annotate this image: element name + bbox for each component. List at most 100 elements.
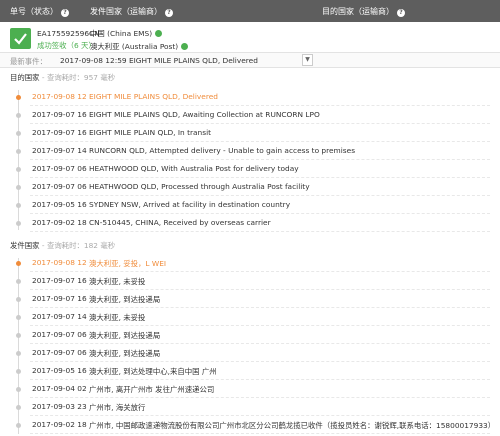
event-description: 广州市, 中国邮政速递物流股份有限公司广州市北区分公司鹤龙揽已收件（揽投员姓名：…	[89, 421, 496, 430]
event-description: 广州市, 海关放行	[89, 403, 146, 412]
event-time: 2017-09-07 16	[32, 128, 87, 137]
event-description: SYDNEY NSW, Arrived at facility in desti…	[89, 200, 291, 209]
destination-query-time: - 查询耗时：957 毫秒	[39, 73, 116, 82]
event-time: 2017-09-02 18	[32, 420, 87, 429]
event-row: 2017-09-08 12 澳大利亚, 妥投，L WEI	[12, 254, 490, 272]
event-time: 2017-09-07 14	[32, 312, 87, 321]
event-description: EIGHT MILE PLAIN QLD, In transit	[89, 128, 212, 137]
column-destination-label: 目的国家（运输商）	[322, 7, 394, 16]
latest-event-label: 最新事件：	[10, 57, 47, 66]
event-description: 澳大利亚, 到达投递局	[89, 331, 161, 340]
event-row: 2017-09-08 12 EIGHT MILE PLAINS QLD, Deli…	[12, 88, 490, 106]
row-divider	[30, 433, 490, 434]
event-row: 2017-09-07 14 澳大利亚, 未妥投	[12, 308, 490, 326]
event-time: 2017-09-02 18	[32, 218, 87, 227]
delivered-status-icon	[10, 28, 31, 49]
column-tracking-label: 单号（状态）	[10, 7, 58, 16]
status-text: 成功签收（6 天）	[37, 41, 96, 50]
destination-carrier-label: 澳大利亚 (Australia Post)	[90, 42, 179, 51]
event-row: 2017-09-05 16 澳大利亚, 到达处理中心,来自中国 广州	[12, 362, 490, 380]
row-divider	[30, 231, 490, 232]
event-description: 澳大利亚, 到达投递局	[89, 349, 161, 358]
event-row: 2017-09-05 16 SYDNEY NSW, Arrived at faci…	[12, 196, 490, 214]
origin-section-title: 发件国家	[10, 241, 40, 250]
latest-event-text: 2017-09-08 12:59 EIGHT MILE PLAINS QLD, …	[60, 56, 258, 65]
help-icon[interactable]: ?	[165, 9, 173, 17]
event-row: 2017-09-07 16 澳大利亚, 到达投递局	[12, 290, 490, 308]
timeline-dot-icon	[16, 405, 21, 410]
timeline-dot-icon	[16, 315, 21, 320]
event-description: CN-510445, CHINA, Received by overseas c…	[89, 218, 271, 227]
event-row: 2017-09-07 16 澳大利亚, 未妥投	[12, 272, 490, 290]
event-row: 2017-09-07 06 HEATHWOOD QLD, Processed th…	[12, 178, 490, 196]
origin-query-time: - 查询耗时：182 毫秒	[39, 241, 116, 250]
column-tracking: 单号（状态）?	[10, 6, 69, 17]
timeline-dot-icon	[16, 261, 21, 266]
event-time: 2017-09-04 02	[32, 384, 87, 393]
latest-event-bar[interactable]: 最新事件： 2017-09-08 12:59 EIGHT MILE PLAINS…	[0, 52, 500, 68]
event-time: 2017-09-07 06	[32, 164, 87, 173]
event-row: 2017-09-02 18 CN-510445, CHINA, Received …	[12, 214, 490, 232]
results-header: 单号（状态）? 发件国家（运输商）? 目的国家（运输商）?	[0, 0, 500, 22]
event-description: RUNCORN QLD, Attempted delivery - Unable…	[89, 146, 356, 155]
timeline-dot-icon	[16, 221, 21, 226]
help-icon[interactable]: ?	[397, 9, 405, 17]
column-origin-label: 发件国家（运输商）	[90, 7, 162, 16]
timeline-dot-icon	[16, 297, 21, 302]
destination-section-title: 目的国家	[10, 73, 40, 82]
timeline-dot-icon	[16, 95, 21, 100]
event-row: 2017-09-07 14 RUNCORN QLD, Attempted deli…	[12, 142, 490, 160]
timeline-dot-icon	[16, 113, 21, 118]
event-row: 2017-09-02 18 广州市, 中国邮政速递物流股份有限公司广州市北区分公司…	[12, 416, 495, 434]
timeline-dot-icon	[16, 279, 21, 284]
event-time: 2017-09-05 16	[32, 366, 87, 375]
column-destination: 目的国家（运输商）?	[322, 6, 405, 17]
event-row: 2017-09-07 16 EIGHT MILE PLAIN QLD, In tr…	[12, 124, 490, 142]
event-time: 2017-09-08 12	[32, 92, 87, 101]
event-row: 2017-09-03 23 广州市, 海关放行	[12, 398, 490, 416]
destination-carrier: 澳大利亚 (Australia Post)	[90, 41, 189, 52]
expand-dropdown-icon[interactable]: ▼	[302, 54, 313, 66]
event-time: 2017-09-03 23	[32, 402, 87, 411]
event-row: 2017-09-07 06 HEATHWOOD QLD, With Austral…	[12, 160, 490, 178]
event-time: 2017-09-07 16	[32, 294, 87, 303]
event-time: 2017-09-07 16	[32, 276, 87, 285]
timeline-dot-icon	[16, 167, 21, 172]
event-description: EIGHT MILE PLAINS QLD, Awaiting Collecti…	[89, 110, 320, 119]
event-time: 2017-09-08 12	[32, 258, 87, 267]
timeline-dot-icon	[16, 185, 21, 190]
origin-carrier-label: 中国 (China EMS)	[90, 29, 153, 38]
help-icon[interactable]: ?	[61, 9, 69, 17]
event-description: 澳大利亚, 妥投，L WEI	[89, 259, 167, 268]
event-time: 2017-09-05 16	[32, 200, 87, 209]
event-description: 澳大利亚, 到达投递局	[89, 295, 161, 304]
column-origin: 发件国家（运输商）?	[90, 6, 173, 17]
origin-section-heading: 发件国家 - 查询耗时：182 毫秒	[10, 240, 115, 251]
event-description: HEATHWOOD QLD, Processed through Austral…	[89, 182, 310, 191]
event-description: 澳大利亚, 未妥投	[89, 277, 146, 286]
event-description: HEATHWOOD QLD, With Australia Post for d…	[89, 164, 299, 173]
timeline-dot-icon	[16, 203, 21, 208]
timeline-dot-icon	[16, 423, 21, 428]
event-description: 澳大利亚, 到达处理中心,来自中国 广州	[89, 367, 217, 376]
verified-icon	[155, 30, 163, 37]
timeline-dot-icon	[16, 369, 21, 374]
event-row: 2017-09-07 16 EIGHT MILE PLAINS QLD, Awai…	[12, 106, 490, 124]
event-time: 2017-09-07 14	[32, 146, 87, 155]
event-time: 2017-09-07 06	[32, 182, 87, 191]
timeline-dot-icon	[16, 131, 21, 136]
event-row: 2017-09-07 06 澳大利亚, 到达投递局	[12, 344, 490, 362]
event-description: 澳大利亚, 未妥投	[89, 313, 146, 322]
event-row: 2017-09-07 06 澳大利亚, 到达投递局	[12, 326, 490, 344]
event-description: EIGHT MILE PLAINS QLD, Delivered	[89, 92, 218, 101]
event-row: 2017-09-04 02 广州市, 离开广州市 发往广州速递公司	[12, 380, 490, 398]
checkmark-icon	[14, 33, 27, 45]
timeline-dot-icon	[16, 333, 21, 338]
event-time: 2017-09-07 16	[32, 110, 87, 119]
verified-icon	[181, 43, 189, 50]
timeline-dot-icon	[16, 387, 21, 392]
event-time: 2017-09-07 06	[32, 348, 87, 357]
timeline-dot-icon	[16, 149, 21, 154]
event-time: 2017-09-07 06	[32, 330, 87, 339]
destination-section-heading: 目的国家 - 查询耗时：957 毫秒	[10, 72, 115, 83]
